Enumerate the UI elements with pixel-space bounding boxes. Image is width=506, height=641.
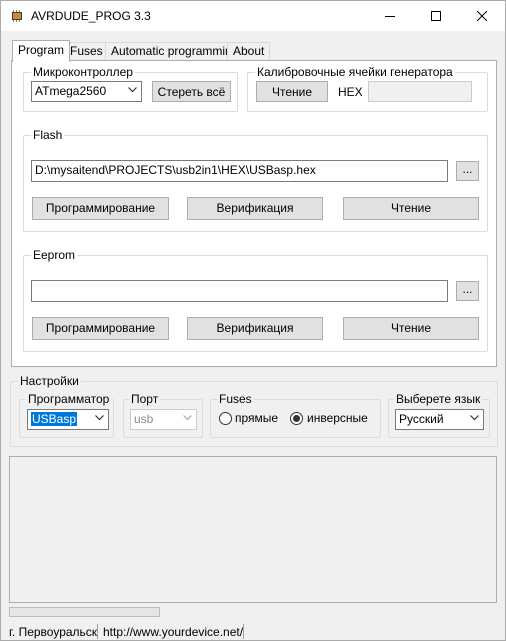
language-group: Выберете язык Русский — [388, 392, 490, 438]
chevron-down-icon — [128, 87, 137, 93]
calibration-hex-field — [368, 81, 472, 102]
calibration-group: Калибровочные ячейки генератора Чтение H… — [247, 65, 488, 112]
progress-bar — [9, 607, 160, 617]
mcu-select[interactable]: ATmega2560 — [31, 81, 142, 102]
minimize-button[interactable] — [367, 1, 413, 31]
eeprom-browse-button[interactable]: ... — [456, 281, 479, 301]
program-tab-panel: Микроконтроллер ATmega2560 Стереть всё К… — [11, 60, 497, 367]
erase-all-button[interactable]: Стереть всё — [152, 81, 231, 102]
settings-group-label: Настройки — [18, 374, 81, 388]
eeprom-read-button[interactable]: Чтение — [343, 317, 479, 340]
port-group-label: Порт — [129, 392, 161, 406]
mcu-group: Микроконтроллер ATmega2560 Стереть всё — [23, 65, 238, 112]
language-group-label: Выберете язык — [394, 392, 483, 406]
flash-verify-button[interactable]: Верификация — [187, 197, 323, 220]
flash-browse-button[interactable]: ... — [456, 161, 479, 181]
app-window: AVRDUDE_PROG 3.3 Program Fuses Automatic… — [0, 0, 506, 641]
eeprom-program-button[interactable]: Программирование — [32, 317, 169, 340]
status-city: г. Первоуральск — [9, 625, 98, 639]
flash-group: Flash D:\mysaitend\PROJECTS\usb2in1\HEX\… — [23, 128, 488, 232]
port-select: usb — [130, 409, 197, 430]
programmer-group-label: Программатор — [26, 392, 112, 406]
maximize-button[interactable] — [413, 1, 459, 31]
flash-file-path-field[interactable]: D:\mysaitend\PROJECTS\usb2in1\HEX\USBasp… — [31, 160, 448, 182]
tab-fuses[interactable]: Fuses — [64, 42, 109, 60]
language-select-value: Русский — [399, 412, 444, 426]
minimize-icon — [385, 16, 395, 17]
fuses-direct-radio[interactable] — [219, 412, 232, 425]
calibration-read-button[interactable]: Чтение — [256, 81, 328, 102]
window-title: AVRDUDE_PROG 3.3 — [31, 9, 151, 23]
maximize-icon — [431, 11, 441, 21]
programmer-select-value: USBasp — [31, 412, 78, 426]
fuses-mode-group: Fuses прямые инверсные — [210, 392, 381, 438]
status-separator — [97, 624, 98, 639]
tab-program[interactable]: Program — [12, 40, 71, 62]
mcu-select-value: ATmega2560 — [35, 84, 107, 98]
eeprom-group-label: Eeprom — [31, 248, 78, 262]
fuses-inverse-label: инверсные — [307, 411, 368, 425]
chevron-down-icon — [95, 415, 104, 421]
app-chip-icon — [10, 9, 24, 23]
status-separator — [243, 624, 244, 639]
port-group: Порт usb — [123, 392, 203, 438]
eeprom-group: Eeprom ... Программирование Верификация … — [23, 248, 488, 352]
mcu-group-label: Микроконтроллер — [31, 65, 135, 79]
eeprom-file-path-field[interactable] — [31, 280, 448, 302]
eeprom-verify-button[interactable]: Верификация — [187, 317, 323, 340]
output-log-panel[interactable] — [9, 456, 497, 603]
status-bar: г. Первоуральск http://www.yourdevice.ne… — [1, 621, 505, 641]
tab-about[interactable]: About — [227, 42, 271, 60]
flash-read-button[interactable]: Чтение — [343, 197, 479, 220]
title-bar: AVRDUDE_PROG 3.3 — [1, 1, 505, 31]
port-select-value: usb — [134, 412, 154, 426]
programmer-group: Программатор USBasp — [19, 392, 114, 438]
fuses-inverse-radio[interactable] — [290, 412, 303, 425]
chevron-down-icon — [470, 415, 479, 421]
hex-label: HEX — [338, 85, 363, 99]
fuses-direct-label: прямые — [235, 411, 279, 425]
calibration-group-label: Калибровочные ячейки генератора — [255, 65, 455, 79]
programmer-select[interactable]: USBasp — [27, 409, 109, 430]
tab-automatic-programming[interactable]: Automatic programming — [105, 42, 245, 60]
language-select[interactable]: Русский — [395, 409, 484, 430]
status-url-link[interactable]: http://www.yourdevice.net/ — [103, 625, 243, 639]
settings-group: Настройки Программатор USBasp Порт usb F… — [10, 374, 498, 447]
close-button[interactable] — [459, 1, 505, 31]
flash-program-button[interactable]: Программирование — [32, 197, 169, 220]
fuses-mode-group-label: Fuses — [217, 392, 254, 406]
flash-group-label: Flash — [31, 128, 65, 142]
close-icon — [477, 11, 487, 21]
chevron-down-icon — [183, 415, 192, 421]
